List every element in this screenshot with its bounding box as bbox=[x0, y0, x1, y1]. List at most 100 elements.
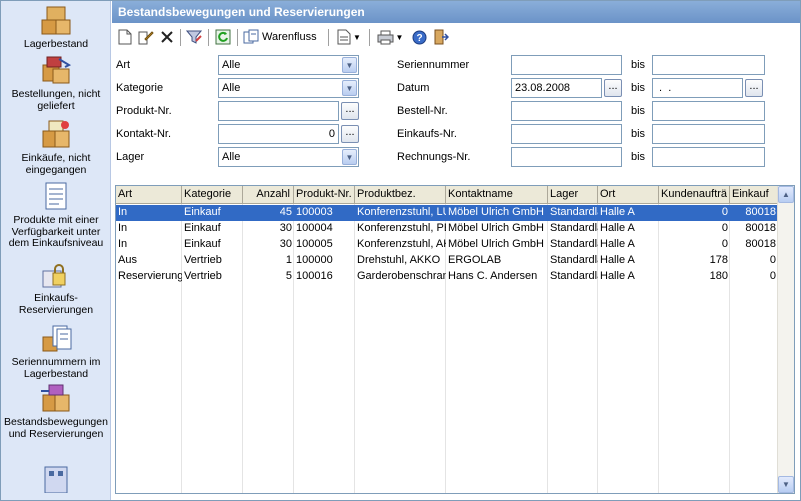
cell-ort: Halle A bbox=[600, 238, 635, 250]
cell-kundenauftraege: 0 bbox=[721, 238, 728, 250]
table-header: Art Kategorie Anzahl Produkt-Nr. Produkt… bbox=[116, 186, 778, 204]
table-row[interactable]: Reservierung Vertrieb 5 100016 Garderobensch… bbox=[116, 269, 778, 285]
cell-kontaktname: Möbel Ulrich GmbH bbox=[448, 238, 544, 250]
table-row[interactable]: Aus Vertrieb 1 100000 Drehstuhl, AKKO ERGOLAB… bbox=[116, 253, 778, 269]
chevron-down-icon[interactable]: ▼ bbox=[342, 80, 357, 96]
sidebar-item-bestellungen[interactable]: Bestellungen, nicht geliefert bbox=[1, 55, 110, 112]
rechnungs-nr-to-input[interactable] bbox=[652, 147, 765, 167]
purchase-boxes-icon bbox=[42, 120, 70, 148]
cell-art: In bbox=[118, 238, 128, 250]
sidebar-item-einkaufs-reservierungen[interactable]: Einkaufs-Reservierungen bbox=[1, 259, 110, 316]
column-header-kundenauftraege[interactable]: Kundenaufträ bbox=[659, 186, 730, 204]
scroll-up-button[interactable]: ▲ bbox=[778, 186, 794, 203]
vertical-scrollbar[interactable]: ▲ ▼ bbox=[777, 186, 794, 493]
sidebar-item-label: Lagerbestand bbox=[23, 38, 89, 50]
print-dropdown-button[interactable]: ▼ bbox=[374, 27, 406, 47]
column-header-anzahl[interactable]: Anzahl bbox=[243, 186, 294, 204]
filter-icon bbox=[186, 30, 202, 44]
lager-select[interactable]: Alle ▼ bbox=[218, 147, 359, 167]
scroll-down-button[interactable]: ▼ bbox=[778, 476, 794, 493]
art-label: Art bbox=[116, 59, 131, 71]
produkt-lookup-button[interactable]: ... bbox=[341, 102, 359, 120]
printer-icon bbox=[377, 30, 394, 44]
table-row[interactable]: In Einkauf 30 100004 Konferenzstuhl, PE Möbel… bbox=[116, 221, 778, 237]
cell-einkauf: 80018 bbox=[745, 222, 776, 234]
refresh-button[interactable] bbox=[214, 27, 232, 47]
edit-button[interactable] bbox=[137, 27, 155, 47]
seriennummer-from-input[interactable] bbox=[511, 55, 622, 75]
sidebar-item-bestandsbewegungen[interactable]: Bestandsbewegungen und Reservierungen bbox=[1, 383, 110, 440]
sidebar-item-lagerbestand[interactable]: Lagerbestand bbox=[1, 5, 110, 51]
cell-lager: Standardla bbox=[550, 270, 598, 282]
page-title: Bestandsbewegungen und Reservierungen bbox=[112, 1, 800, 23]
cell-anzahl: 1 bbox=[285, 254, 292, 266]
sidebar-item-seriennummern[interactable]: Seriennummern im Lagerbestand bbox=[1, 323, 110, 380]
cell-lager: Standardla bbox=[550, 238, 598, 250]
toolbar-separator bbox=[180, 29, 181, 46]
column-header-art[interactable]: Art bbox=[116, 186, 182, 204]
datum-from-input[interactable]: 23.08.2008 bbox=[511, 78, 602, 98]
kontakt-lookup-button[interactable]: ... bbox=[341, 125, 359, 143]
bestell-nr-from-input[interactable] bbox=[511, 101, 622, 121]
boxes-icon bbox=[41, 6, 71, 35]
warenfluss-button[interactable]: Warenfluss bbox=[243, 27, 325, 47]
kategorie-select[interactable]: Alle ▼ bbox=[218, 78, 359, 98]
bis-label: bis bbox=[631, 128, 646, 140]
report-dropdown-button[interactable]: ▼ bbox=[334, 27, 364, 47]
kontakt-nr-input[interactable]: 0 bbox=[218, 124, 339, 144]
datum-to-picker-button[interactable]: ... bbox=[745, 79, 763, 97]
seriennummer-to-input[interactable] bbox=[652, 55, 765, 75]
sidebar-item-more[interactable] bbox=[1, 461, 110, 495]
cell-anzahl: 45 bbox=[279, 206, 292, 218]
new-document-icon bbox=[118, 29, 132, 45]
cell-anzahl: 30 bbox=[279, 238, 292, 250]
movements-table: Art Kategorie Anzahl Produkt-Nr. Produkt… bbox=[115, 185, 795, 494]
cell-produkt-nr: 100005 bbox=[296, 238, 333, 250]
help-icon: ? bbox=[412, 30, 426, 44]
delete-button[interactable] bbox=[158, 27, 176, 47]
column-header-lager[interactable]: Lager bbox=[548, 186, 598, 204]
bis-label: bis bbox=[631, 151, 646, 163]
exit-button[interactable] bbox=[432, 27, 450, 47]
produkt-nr-input[interactable] bbox=[218, 101, 339, 121]
chevron-down-icon[interactable]: ▼ bbox=[342, 149, 357, 165]
column-header-produkt-nr[interactable]: Produkt-Nr. bbox=[294, 186, 355, 204]
lager-label: Lager bbox=[116, 151, 145, 163]
reservation-lock-icon bbox=[42, 264, 66, 288]
sidebar-item-label: Bestandsbewegungen und Reservierungen bbox=[4, 416, 108, 440]
bestell-nr-label: Bestell-Nr. bbox=[397, 105, 448, 117]
filter-button[interactable] bbox=[185, 27, 203, 47]
table-row[interactable]: In Einkauf 30 100005 Konferenzstuhl, AK Möbel… bbox=[116, 237, 778, 253]
column-header-produktbez[interactable]: Produktbez. bbox=[355, 186, 446, 204]
cell-kundenauftraege: 0 bbox=[721, 222, 728, 234]
new-button[interactable] bbox=[116, 27, 134, 47]
toolbar-separator bbox=[208, 29, 209, 46]
art-select[interactable]: Alle ▼ bbox=[218, 55, 359, 75]
datum-to-input[interactable]: . . bbox=[652, 78, 743, 98]
column-header-ort[interactable]: Ort bbox=[598, 186, 659, 204]
bestell-nr-to-input[interactable] bbox=[652, 101, 765, 121]
cell-produktbez: Konferenzstuhl, LU bbox=[357, 206, 446, 218]
einkaufs-nr-to-input[interactable] bbox=[652, 124, 765, 144]
movement-boxes-icon bbox=[41, 384, 70, 412]
sidebar-item-verfuegbarkeit[interactable]: Produkte mit einer Verfügbarkeit unter d… bbox=[1, 181, 110, 250]
einkaufs-nr-from-input[interactable] bbox=[511, 124, 622, 144]
cell-produkt-nr: 100004 bbox=[296, 222, 333, 234]
rechnungs-nr-from-input[interactable] bbox=[511, 147, 622, 167]
column-header-einkauf[interactable]: Einkauf bbox=[730, 186, 778, 204]
sidebar-item-label: Produkte mit einer Verfügbarkeit unter d… bbox=[8, 214, 104, 249]
table-row[interactable]: In Einkauf 45 100003 Konferenzstuhl, LU Möbel… bbox=[116, 205, 778, 221]
sidebar: Lagerbestand Bestellungen, nicht geliefe… bbox=[1, 1, 111, 500]
chevron-down-icon[interactable]: ▼ bbox=[342, 57, 357, 73]
sidebar-item-einkaeufe[interactable]: Einkäufe, nicht eingegangen bbox=[1, 119, 110, 176]
report-icon bbox=[337, 29, 351, 45]
cell-kontaktname: Möbel Ulrich GmbH bbox=[448, 222, 544, 234]
bis-label: bis bbox=[631, 105, 646, 117]
help-button[interactable]: ? bbox=[410, 27, 428, 47]
datum-from-picker-button[interactable]: ... bbox=[604, 79, 622, 97]
exit-door-icon bbox=[434, 29, 449, 45]
column-header-kontaktname[interactable]: Kontaktname bbox=[446, 186, 548, 204]
cell-art: In bbox=[118, 206, 128, 218]
refresh-icon bbox=[215, 29, 231, 45]
column-header-kategorie[interactable]: Kategorie bbox=[182, 186, 243, 204]
